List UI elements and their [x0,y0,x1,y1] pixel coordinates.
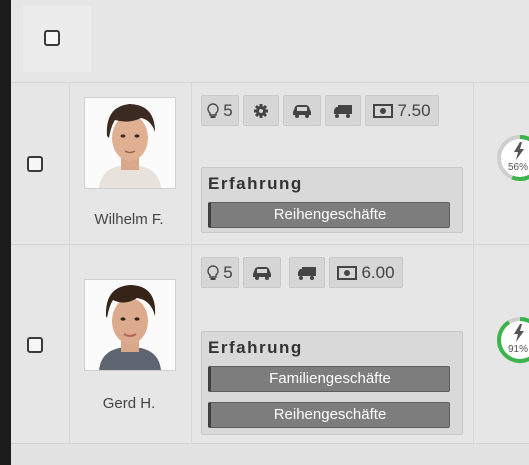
select-all-cell [23,6,91,72]
energy-percent: 91% [508,344,529,355]
gear-chip [243,95,279,126]
salary-chip: 7.50 [365,95,439,126]
salary-value: 7.50 [397,100,431,120]
table-row: Wilhelm F. 5 7.50 Erfahrung Reihengeschä… [11,83,529,245]
experience-tag: Familiengeschäfte [208,366,450,392]
experience-tag: Reihengeschäfte [208,402,450,428]
salary-value: 6.00 [361,262,395,282]
bulb-icon [207,102,219,118]
truck-icon [298,266,316,280]
column-divider [69,245,70,443]
truck-icon [334,104,352,118]
car-chip [243,257,281,288]
column-divider [473,83,474,244]
experience-title: Erfahrung [208,174,303,193]
money-icon [373,103,394,118]
select-all-checkbox[interactable] [44,30,60,46]
avatar [84,279,176,371]
truck-chip [289,257,325,288]
energy-gauge: 91% [495,315,529,365]
person-photo [85,280,175,370]
avatar [84,97,176,189]
window-edge [0,0,11,465]
energy-percent: 56% [508,162,529,173]
bulb-chip: 5 [201,257,239,288]
driver-name: Wilhelm F. [94,211,164,228]
person-photo [85,98,175,188]
column-divider [191,83,192,244]
column-divider [473,245,474,443]
car-icon [253,266,271,280]
bulb-value: 5 [223,262,233,282]
salary-chip: 6.00 [329,257,403,288]
table-row: Gerd H. 5 6.00 Erfahrung Familiengeschäf… [11,245,529,444]
lightning-icon [514,142,524,160]
money-icon [337,265,358,280]
truck-chip [325,95,361,126]
car-chip [283,95,321,126]
experience-box: Erfahrung Reihengeschäfte [201,167,463,233]
experience-box: Erfahrung Familiengeschäfte Reihengeschä… [201,331,463,435]
column-divider [191,245,192,443]
driver-table: Wilhelm F. 5 7.50 Erfahrung Reihengeschä… [11,0,529,465]
row-checkbox[interactable] [27,156,43,172]
energy-gauge: 56% [495,133,529,183]
experience-title: Erfahrung [208,338,303,357]
bulb-value: 5 [223,100,233,120]
gear-icon [254,103,268,118]
driver-name: Gerd H. [102,395,156,412]
bulb-icon [207,264,219,280]
bulb-chip: 5 [201,95,239,126]
table-header [11,0,529,83]
table-footer [11,444,529,465]
experience-tag: Reihengeschäfte [208,202,450,228]
row-checkbox[interactable] [27,337,43,353]
car-icon [293,104,311,118]
lightning-icon [514,324,524,342]
